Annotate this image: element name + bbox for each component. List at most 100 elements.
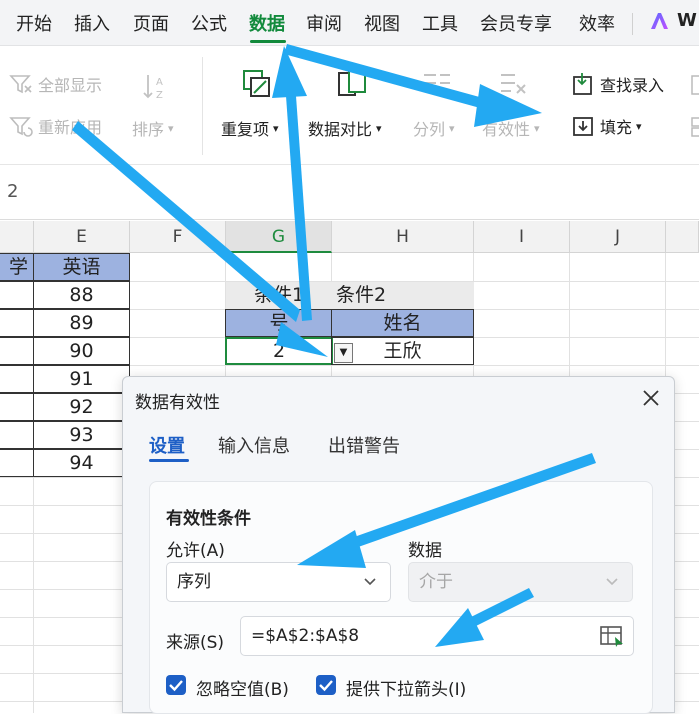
menu-start[interactable]: 开始 [16, 10, 52, 36]
split-label: 分列 [413, 120, 446, 139]
overflow-icon-2 [691, 117, 699, 137]
validation-button[interactable]: 有效性 ▾ [482, 116, 540, 140]
cell-e4[interactable]: 90 [33, 337, 130, 365]
chevron-down-icon: ▾ [636, 119, 642, 133]
cell-e1[interactable]: 英语 [33, 253, 130, 281]
chevron-down-icon [606, 578, 618, 586]
find-entry-label: 查找录入 [600, 76, 665, 95]
active-menu-indicator [250, 40, 286, 43]
column-header-f[interactable]: F [130, 221, 226, 253]
duplicates-icon [243, 70, 270, 97]
cell-e8[interactable]: 94 [33, 449, 130, 477]
ai-logo-icon[interactable] [648, 10, 670, 32]
source-input[interactable]: =$A$2:$A$8 [240, 616, 634, 656]
cell-e6[interactable]: 92 [33, 393, 130, 421]
split-column-icon [424, 74, 450, 92]
allow-label: 允许(A) [166, 541, 225, 561]
dialog-title: 数据有效性 [135, 393, 220, 413]
data-select[interactable]: 介于 [408, 562, 633, 602]
data-compare-button[interactable]: 数据对比 ▾ [308, 116, 382, 140]
menu-insert[interactable]: 插入 [74, 10, 110, 36]
column-header-j[interactable]: J [570, 221, 666, 253]
section-title: 有效性条件 [166, 509, 251, 529]
tab-input-message[interactable]: 输入信息 [218, 432, 290, 458]
cell-h4[interactable]: 姓名 [331, 309, 474, 337]
tab-error-alert[interactable]: 出错警告 [328, 432, 400, 458]
data-select-value: 介于 [419, 572, 453, 592]
column-header-e[interactable]: E [34, 221, 130, 253]
cell-d3[interactable] [0, 309, 35, 337]
active-tab-indicator [149, 459, 189, 462]
column-header-h[interactable]: H [332, 221, 474, 253]
cell-e7[interactable]: 93 [33, 421, 130, 449]
column-header-d[interactable] [0, 221, 34, 253]
cell-d8[interactable] [0, 449, 35, 477]
data-validation-dialog: 数据有效性 设置 输入信息 出错警告 有效性条件 允许(A) 数据 序列 介于 … [122, 376, 675, 714]
menu-efficiency[interactable]: 效率 [579, 10, 615, 36]
cell-e5[interactable]: 91 [33, 365, 130, 393]
find-entry-icon [573, 73, 592, 95]
cell-d5[interactable] [0, 365, 35, 393]
cell-d4[interactable] [0, 337, 35, 365]
column-header-k[interactable] [666, 221, 699, 253]
filter-reapply-icon [9, 117, 33, 137]
menu-formula[interactable]: 公式 [191, 10, 227, 36]
ignore-blank-label: 忽略空值(B) [196, 680, 289, 700]
find-entry-button[interactable]: 查找录入 [570, 71, 664, 97]
tab-settings[interactable]: 设置 [149, 432, 185, 458]
menu-review[interactable]: 审阅 [306, 10, 342, 36]
chevron-down-icon: ▾ [168, 121, 174, 135]
cell-d7[interactable] [0, 421, 35, 449]
menu-extra[interactable]: W [677, 10, 697, 31]
split-column-button[interactable]: 分列 ▾ [413, 116, 455, 140]
cell-d1-partial[interactable]: 学 [0, 253, 35, 281]
fill-icon [573, 117, 593, 136]
column-header-i[interactable]: I [474, 221, 570, 253]
cell-d6[interactable] [0, 393, 35, 421]
ignore-blank-checkbox[interactable] [166, 675, 186, 695]
allow-select[interactable]: 序列 [166, 562, 391, 602]
menu-member[interactable]: 会员专享 [480, 10, 552, 36]
formula-value: 2 [7, 181, 19, 202]
checkmark-icon [169, 680, 183, 692]
cell-g4[interactable]: 号 [225, 309, 333, 337]
formula-bar[interactable]: 2 [0, 166, 699, 220]
cell-dropdown-button[interactable]: ▼ [334, 343, 353, 363]
dropdown-arrow-checkbox[interactable] [316, 675, 336, 695]
chevron-down-icon: ▾ [376, 121, 382, 135]
cell-g5-selected[interactable]: 2 [225, 337, 333, 365]
ribbon-divider [202, 57, 203, 155]
sort-label: 排序 [132, 120, 165, 139]
dropdown-arrow-icon: ▼ [339, 347, 348, 358]
menu-divider [632, 13, 633, 35]
reapply-button[interactable]: 重新应用 [8, 113, 102, 139]
compare-label: 数据对比 [308, 120, 373, 139]
duplicates-button[interactable]: 重复项 ▾ [221, 116, 279, 140]
ribbon-toolbar: 全部显示 重新应用 AZ 排序 ▾ 重复项 ▾ 数据对比 ▾ 分列 ▾ 有效性 ▾ 查找录… [0, 47, 699, 165]
sort-button[interactable]: 排序 ▾ [132, 116, 174, 140]
cell-e2[interactable]: 88 [33, 281, 130, 309]
reapply-label: 重新应用 [38, 118, 103, 137]
cell-d2[interactable] [0, 281, 35, 309]
cell-e3[interactable]: 89 [33, 309, 130, 337]
fill-label: 填充 [600, 118, 633, 137]
menu-view[interactable]: 视图 [364, 10, 400, 36]
close-icon[interactable] [640, 387, 662, 409]
svg-text:Z: Z [156, 90, 163, 101]
sort-icon: AZ [143, 75, 163, 101]
checkmark-icon [319, 680, 333, 692]
menu-data[interactable]: 数据 [249, 10, 285, 36]
validation-criteria-section: 有效性条件 允许(A) 数据 序列 介于 来源(S) =$A$2:$A$8 忽略… [149, 481, 653, 714]
cell-g3[interactable]: 条件1 [226, 282, 332, 310]
fill-button[interactable]: 填充 ▾ [570, 113, 642, 139]
cell-h3[interactable]: 条件2 [332, 282, 474, 310]
menu-page[interactable]: 页面 [133, 10, 169, 36]
overflow-icon [691, 75, 699, 95]
column-header-g[interactable]: G [226, 221, 332, 253]
menu-tools[interactable]: 工具 [422, 10, 458, 36]
range-select-icon[interactable] [599, 624, 625, 648]
validation-label: 有效性 [482, 120, 531, 139]
allow-select-value: 序列 [177, 572, 211, 592]
chevron-down-icon [364, 578, 376, 586]
show-all-button[interactable]: 全部显示 [8, 71, 102, 97]
